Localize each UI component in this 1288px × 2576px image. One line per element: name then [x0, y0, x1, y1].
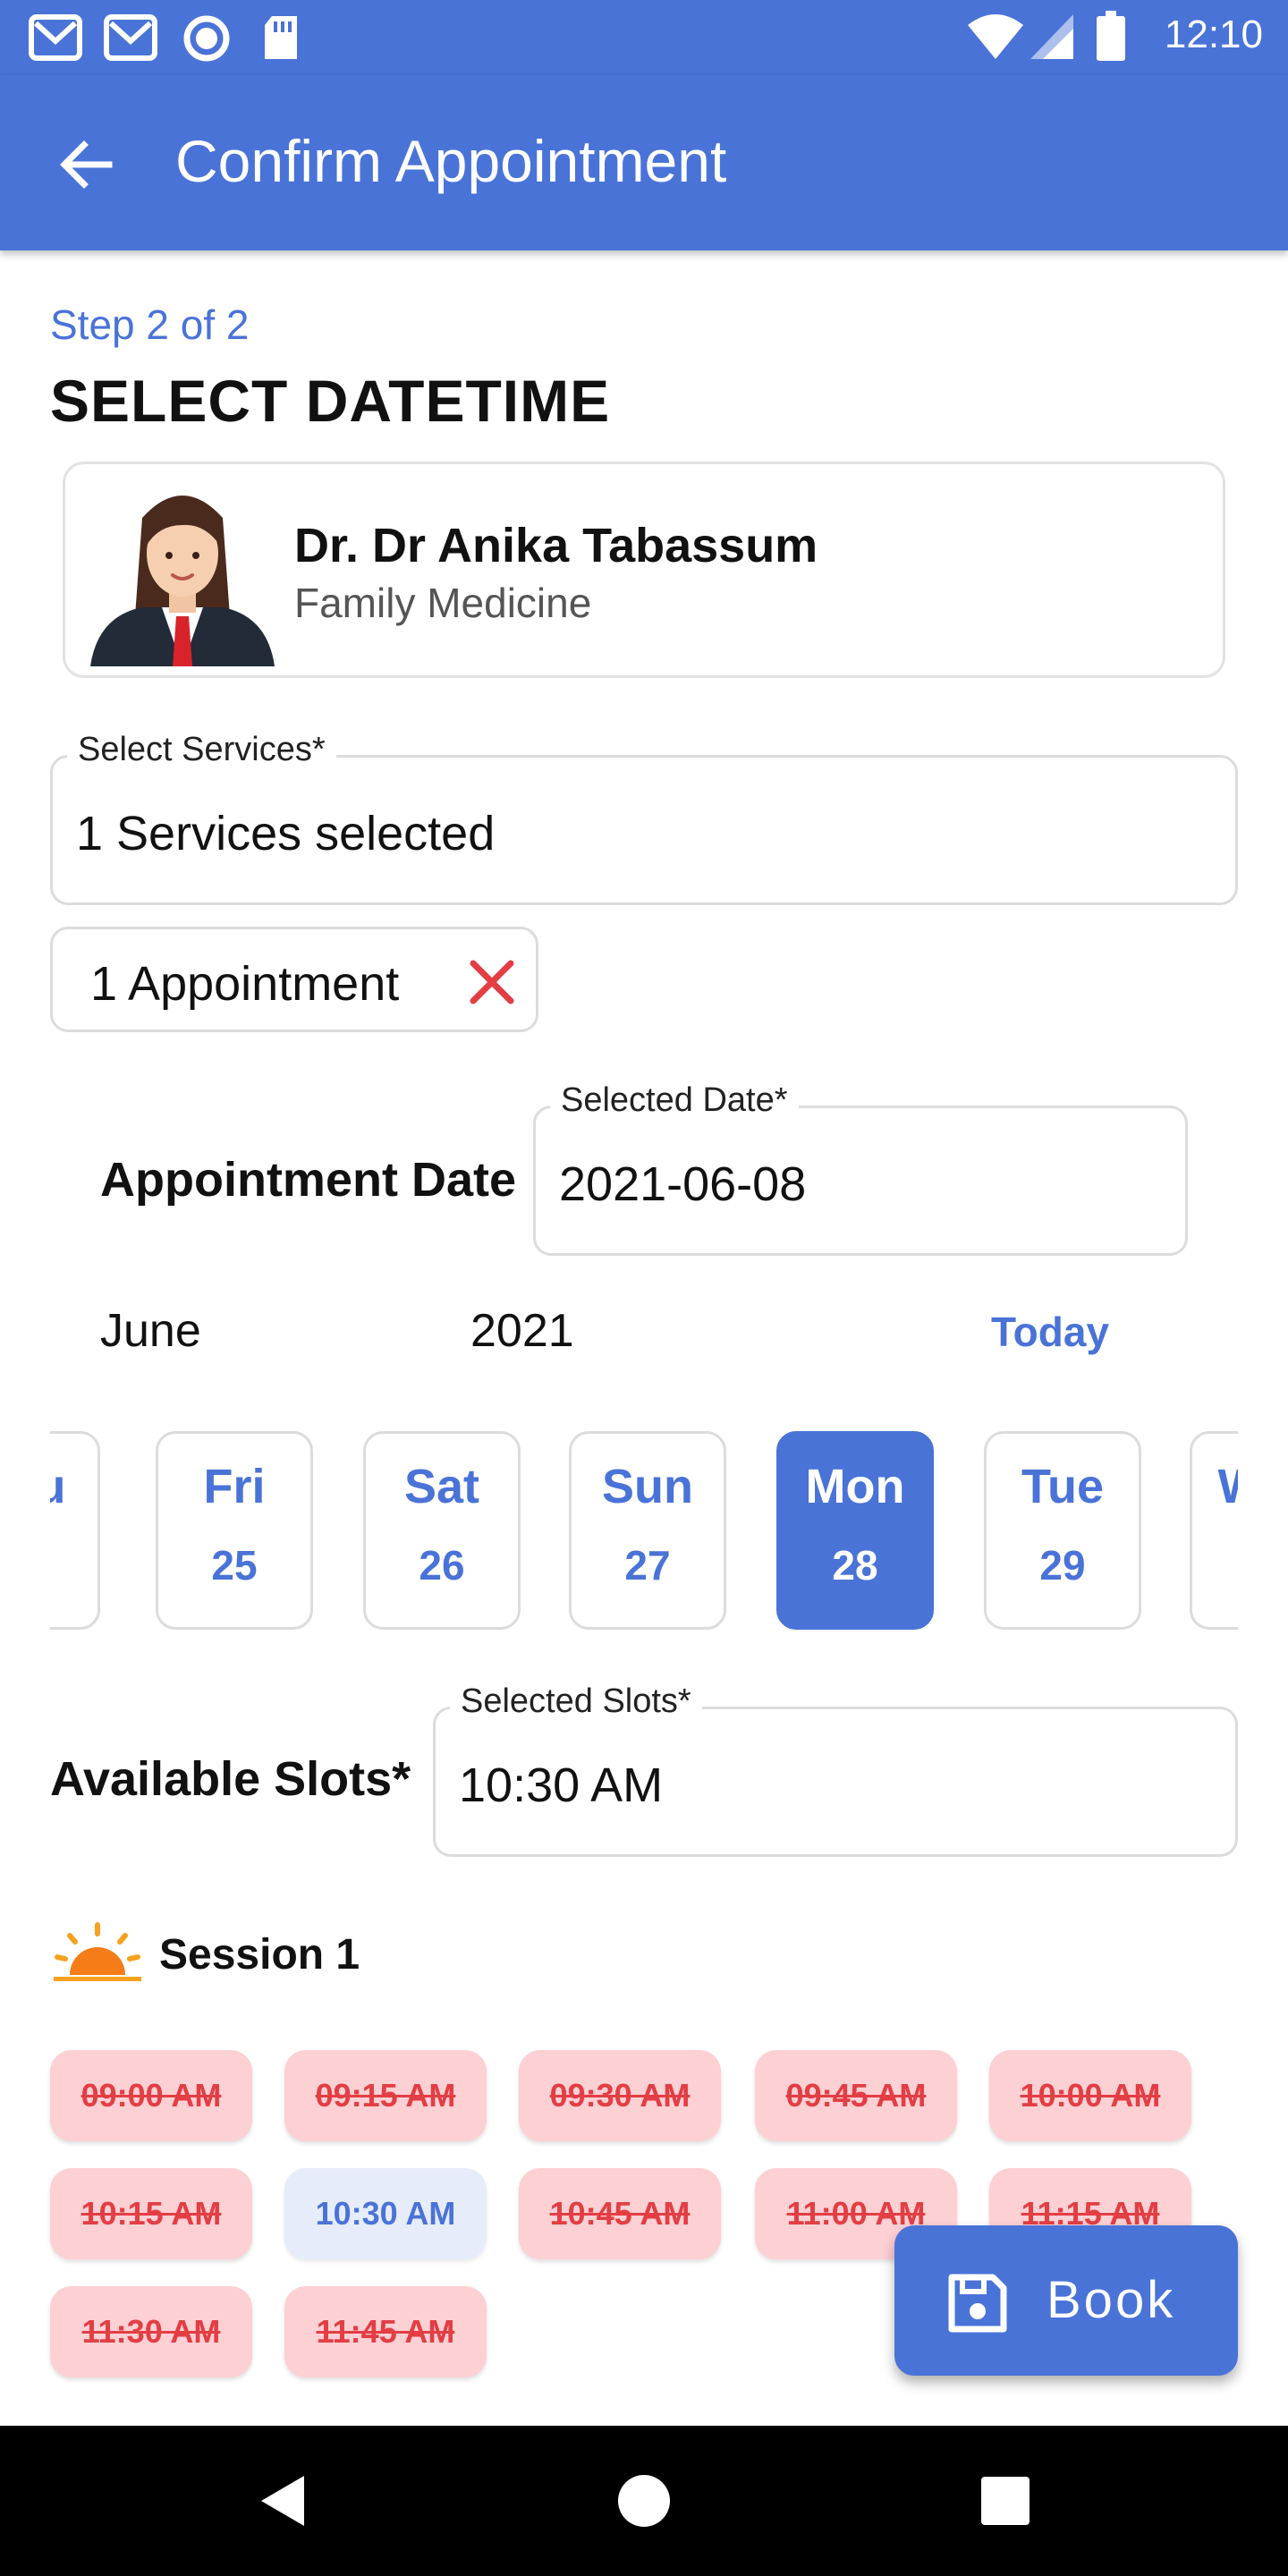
- date-strip[interactable]: Thu 24 Fri 25 Sat 26 Sun 27 Mon 28 Tue 2…: [50, 1428, 1238, 1633]
- day-name: Sat: [403, 1460, 480, 1513]
- day-card[interactable]: Sun 27: [569, 1431, 726, 1630]
- day-name: Mon: [805, 1460, 905, 1513]
- day-number: 25: [211, 1542, 258, 1589]
- time-slot-booked[interactable]: 10:00 AM: [989, 2050, 1191, 2141]
- day-number: 28: [832, 1542, 878, 1589]
- triangle-back-icon: [261, 2476, 304, 2526]
- service-chip-label: 1 Appointment: [90, 957, 400, 1011]
- system-nav-bar: [0, 2426, 1288, 2576]
- services-field-label: Select Services*: [67, 731, 336, 769]
- time-slot-booked[interactable]: 11:45 AM: [284, 2286, 487, 2377]
- book-button[interactable]: Book: [894, 2225, 1238, 2376]
- time-slot-booked[interactable]: 09:45 AM: [755, 2050, 957, 2141]
- doctor-specialty: Family Medicine: [294, 580, 592, 626]
- save-icon: [948, 2274, 1007, 2333]
- gmail-icon: [29, 14, 82, 61]
- day-name: Fri: [203, 1460, 266, 1513]
- session-label: Session 1: [159, 1931, 360, 1979]
- battery-icon: [1097, 11, 1125, 61]
- day-card[interactable]: Tue 29: [984, 1431, 1141, 1630]
- app-bar: Confirm Appointment: [0, 75, 1288, 250]
- nav-back-button[interactable]: [245, 2463, 320, 2538]
- calendar-month[interactable]: June: [100, 1304, 201, 1358]
- selected-slots-value: 10:30 AM: [459, 1758, 664, 1812]
- section-title: SELECT DATETIME: [50, 368, 611, 434]
- doctor-name: Dr. Dr Anika Tabassum: [294, 519, 818, 572]
- selected-date-value: 2021-06-08: [559, 1157, 807, 1211]
- gmail-icon: [104, 14, 157, 61]
- nav-recents-button[interactable]: [968, 2463, 1043, 2538]
- time-slot-available[interactable]: 10:30 AM: [284, 2168, 487, 2259]
- chip-remove-button[interactable]: [461, 951, 523, 1013]
- time-slot-booked[interactable]: 09:00 AM: [50, 2050, 252, 2141]
- signal-icon: [1030, 14, 1073, 59]
- day-card[interactable]: Sat 26: [363, 1431, 521, 1630]
- selected-slots-label: Selected Slots*: [450, 1682, 702, 1721]
- time-slot-booked[interactable]: 09:15 AM: [284, 2050, 487, 2141]
- circle-app-icon: [183, 15, 230, 62]
- close-icon: [470, 960, 514, 1004]
- day-number: 24: [50, 1541, 97, 1589]
- day-card[interactable]: Fri 25: [156, 1431, 313, 1630]
- day-name: Sun: [602, 1460, 693, 1513]
- time-slot-booked[interactable]: 11:30 AM: [50, 2286, 252, 2377]
- day-card[interactable]: Thu 24: [50, 1431, 100, 1630]
- day-number: 26: [419, 1542, 465, 1589]
- wifi-icon: [968, 14, 1023, 59]
- doctor-card[interactable]: Dr. Dr Anika Tabassum Family Medicine: [63, 462, 1225, 678]
- back-button[interactable]: [50, 129, 122, 200]
- day-name: Wed: [1192, 1459, 1238, 1514]
- status-time: 12:10: [1164, 13, 1263, 56]
- sunrise-icon: [54, 1922, 141, 1981]
- square-recents-icon: [981, 2477, 1030, 2525]
- time-slot-booked[interactable]: 10:15 AM: [50, 2168, 252, 2259]
- book-button-label: Book: [1046, 2271, 1176, 2329]
- time-slot-booked[interactable]: 10:45 AM: [519, 2168, 721, 2259]
- day-name: Thu: [50, 1460, 66, 1513]
- circle-home-icon: [618, 2475, 670, 2527]
- page-title: Confirm Appointment: [175, 128, 727, 194]
- day-card[interactable]: Wed 30: [1190, 1431, 1238, 1630]
- arrow-left-icon: [60, 140, 113, 189]
- sd-card-icon: [265, 16, 297, 59]
- day-card-selected[interactable]: Mon 28: [776, 1431, 934, 1630]
- services-field[interactable]: Select Services* 1 Services selected: [50, 731, 1238, 905]
- service-chip[interactable]: 1 Appointment: [50, 927, 538, 1032]
- doctor-avatar: [90, 496, 275, 666]
- nav-home-button[interactable]: [606, 2463, 682, 2538]
- today-button[interactable]: Today: [991, 1308, 1109, 1356]
- calendar-year[interactable]: 2021: [470, 1304, 574, 1358]
- time-slot-booked[interactable]: 09:30 AM: [519, 2050, 721, 2141]
- day-name: Tue: [1021, 1460, 1104, 1513]
- selected-slots-field[interactable]: Selected Slots* 10:30 AM: [433, 1682, 1238, 1857]
- available-slots-label: Available Slots*: [50, 1752, 411, 1806]
- selected-date-label: Selected Date*: [550, 1081, 799, 1120]
- appointment-date-label: Appointment Date: [100, 1153, 516, 1207]
- services-field-value: 1 Services selected: [76, 807, 496, 860]
- day-number: 30: [1192, 1541, 1238, 1589]
- day-number: 27: [624, 1542, 671, 1589]
- status-bar: 12:10: [0, 0, 1288, 75]
- day-number: 29: [1039, 1542, 1086, 1589]
- selected-date-field[interactable]: Selected Date* 2021-06-08: [533, 1081, 1188, 1256]
- step-indicator: Step 2 of 2: [50, 301, 250, 348]
